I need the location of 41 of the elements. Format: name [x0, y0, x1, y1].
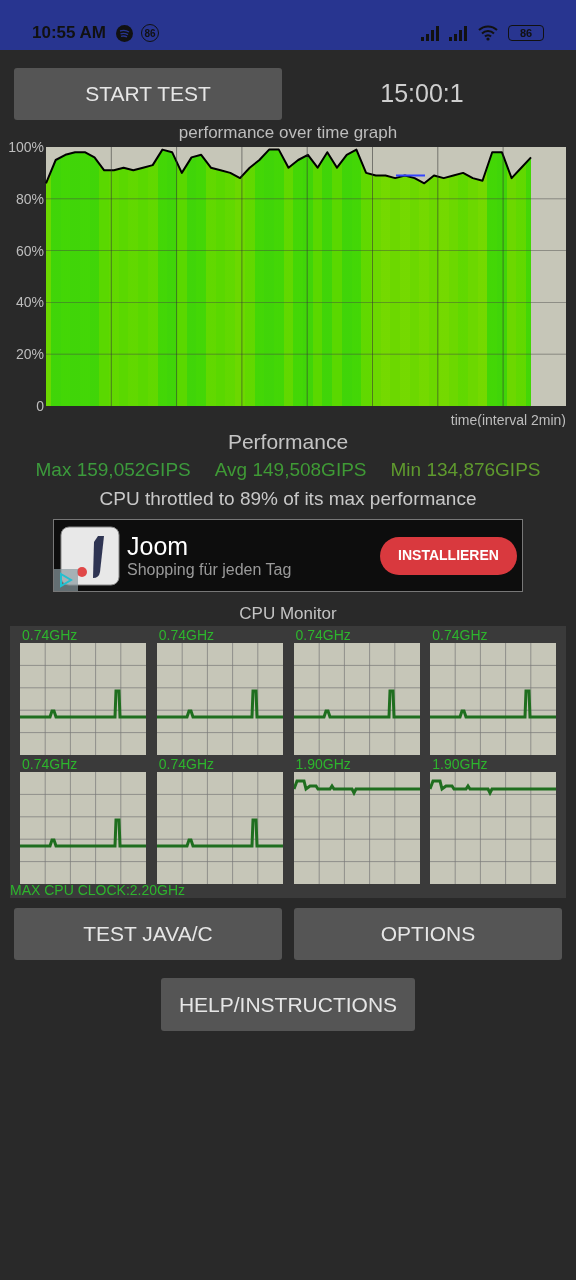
- core-frequency: 1.90GHz: [294, 756, 352, 772]
- core-frequency: 0.74GHz: [431, 627, 489, 643]
- action-button[interactable]: OPTIONS: [294, 908, 562, 960]
- cpu-monitor-title: CPU Monitor: [238, 604, 338, 624]
- y-axis-label: 40%: [15, 294, 44, 311]
- help-button[interactable]: HELP/INSTRUCTIONS: [161, 978, 415, 1031]
- y-axis-label: 80%: [15, 190, 44, 207]
- signal-icon: [448, 25, 470, 41]
- ad-title: Joom: [127, 531, 190, 560]
- core-frequency: 1.90GHz: [431, 756, 489, 772]
- status-time: 10:55 AM: [32, 22, 106, 45]
- music-app-icon: [116, 24, 133, 42]
- ad-subtitle: Shopping für jeden Tag: [127, 559, 292, 580]
- y-axis-label: 0: [36, 398, 44, 414]
- y-axis-label: 20%: [15, 346, 44, 363]
- core-frequency: 0.74GHz: [157, 756, 215, 772]
- wifi-icon: [478, 25, 498, 41]
- install-button[interactable]: INSTALLIEREN: [380, 536, 517, 575]
- timer: 15:00:1: [379, 78, 465, 110]
- app-logo-icon: [60, 525, 120, 586]
- core-frequency: 0.74GHz: [157, 627, 215, 643]
- signal-icon: [420, 25, 442, 41]
- performance-stat: Max 159,052GIPS: [35, 458, 191, 482]
- ad-choices-icon: [54, 569, 78, 591]
- performance-stat: Min 134,876GIPS: [390, 458, 541, 482]
- graph-title: performance over time graph: [177, 123, 399, 143]
- start-test-button[interactable]: START TEST: [14, 68, 282, 120]
- x-axis-label: time(interval 2min): [450, 412, 566, 427]
- performance-title: Performance: [226, 429, 350, 455]
- y-axis-label: 100%: [8, 139, 44, 155]
- battery-indicator: 86: [508, 25, 544, 41]
- y-axis-label: 60%: [15, 242, 44, 259]
- action-button[interactable]: TEST JAVA/C: [14, 908, 282, 960]
- core-frequency: 0.74GHz: [294, 627, 352, 643]
- ad-banner[interactable]: Joom Shopping für jeden Tag INSTALLIEREN: [53, 519, 523, 592]
- core-frequency: 0.74GHz: [21, 627, 79, 643]
- average-marker: [395, 174, 426, 177]
- core-frequency: 0.74GHz: [21, 756, 79, 772]
- max-cpu-clock: MAX CPU CLOCK:2.20GHz: [10, 882, 186, 898]
- throttle-message: CPU throttled to 89% of its max performance: [98, 487, 478, 511]
- performance-stat: Avg 149,508GIPS: [214, 458, 367, 482]
